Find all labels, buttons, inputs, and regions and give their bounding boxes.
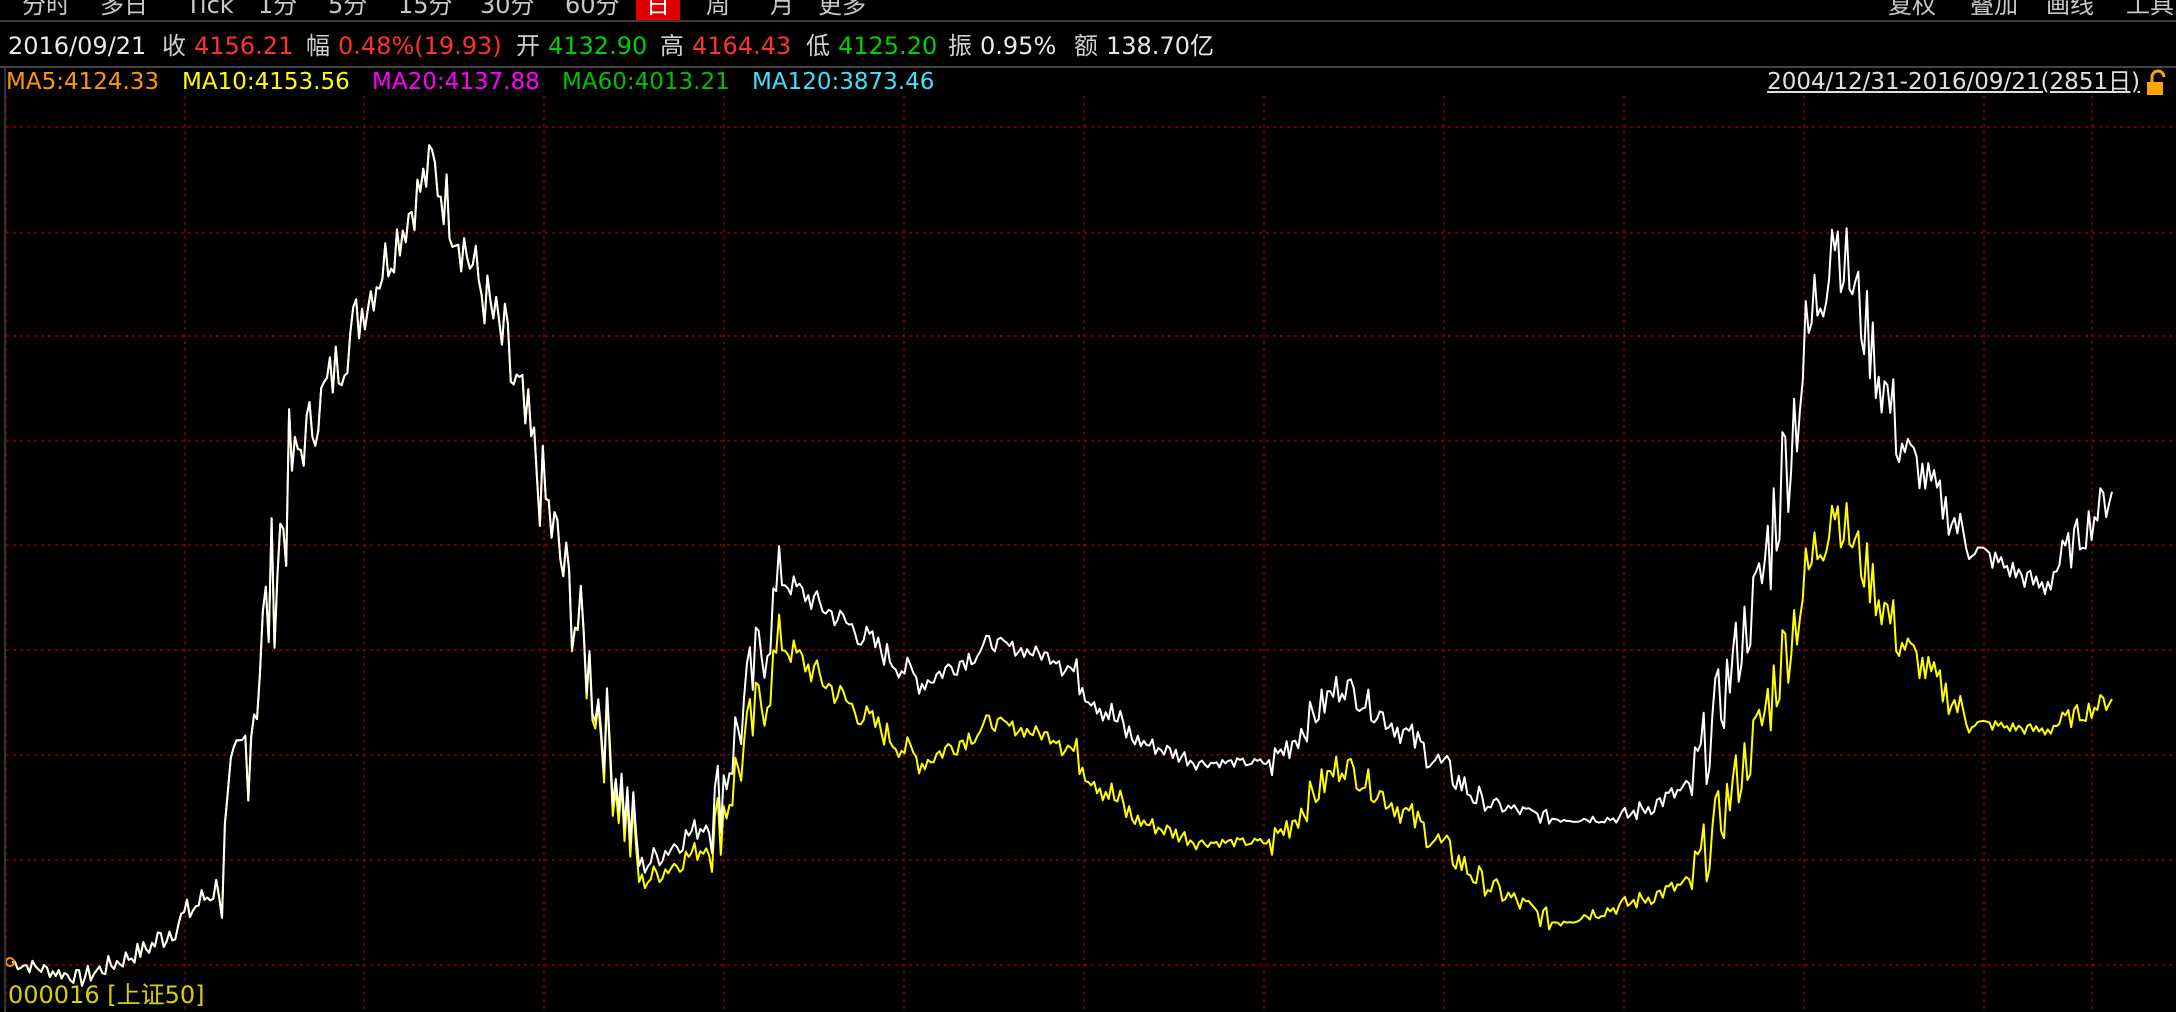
instrument-label: 000016 [上证50] bbox=[8, 981, 205, 1009]
ma10-legend: MA10:4153.56 bbox=[182, 69, 350, 95]
chart-left-border bbox=[4, 68, 6, 1012]
price-chart bbox=[5, 96, 2176, 1012]
lock-icon[interactable] bbox=[2144, 68, 2172, 98]
series-yellow-line bbox=[11, 144, 2113, 987]
ma20-legend: MA20:4137.88 bbox=[372, 69, 540, 95]
date-range-link[interactable]: 2004/12/31-2016/09/21(2851日) bbox=[1767, 68, 2140, 96]
series-white-line bbox=[11, 144, 2113, 987]
ma120-legend: MA120:3873.46 bbox=[752, 69, 935, 95]
ma5-legend: MA5:4124.33 bbox=[6, 69, 160, 95]
ma60-legend: MA60:4013.21 bbox=[562, 69, 730, 95]
